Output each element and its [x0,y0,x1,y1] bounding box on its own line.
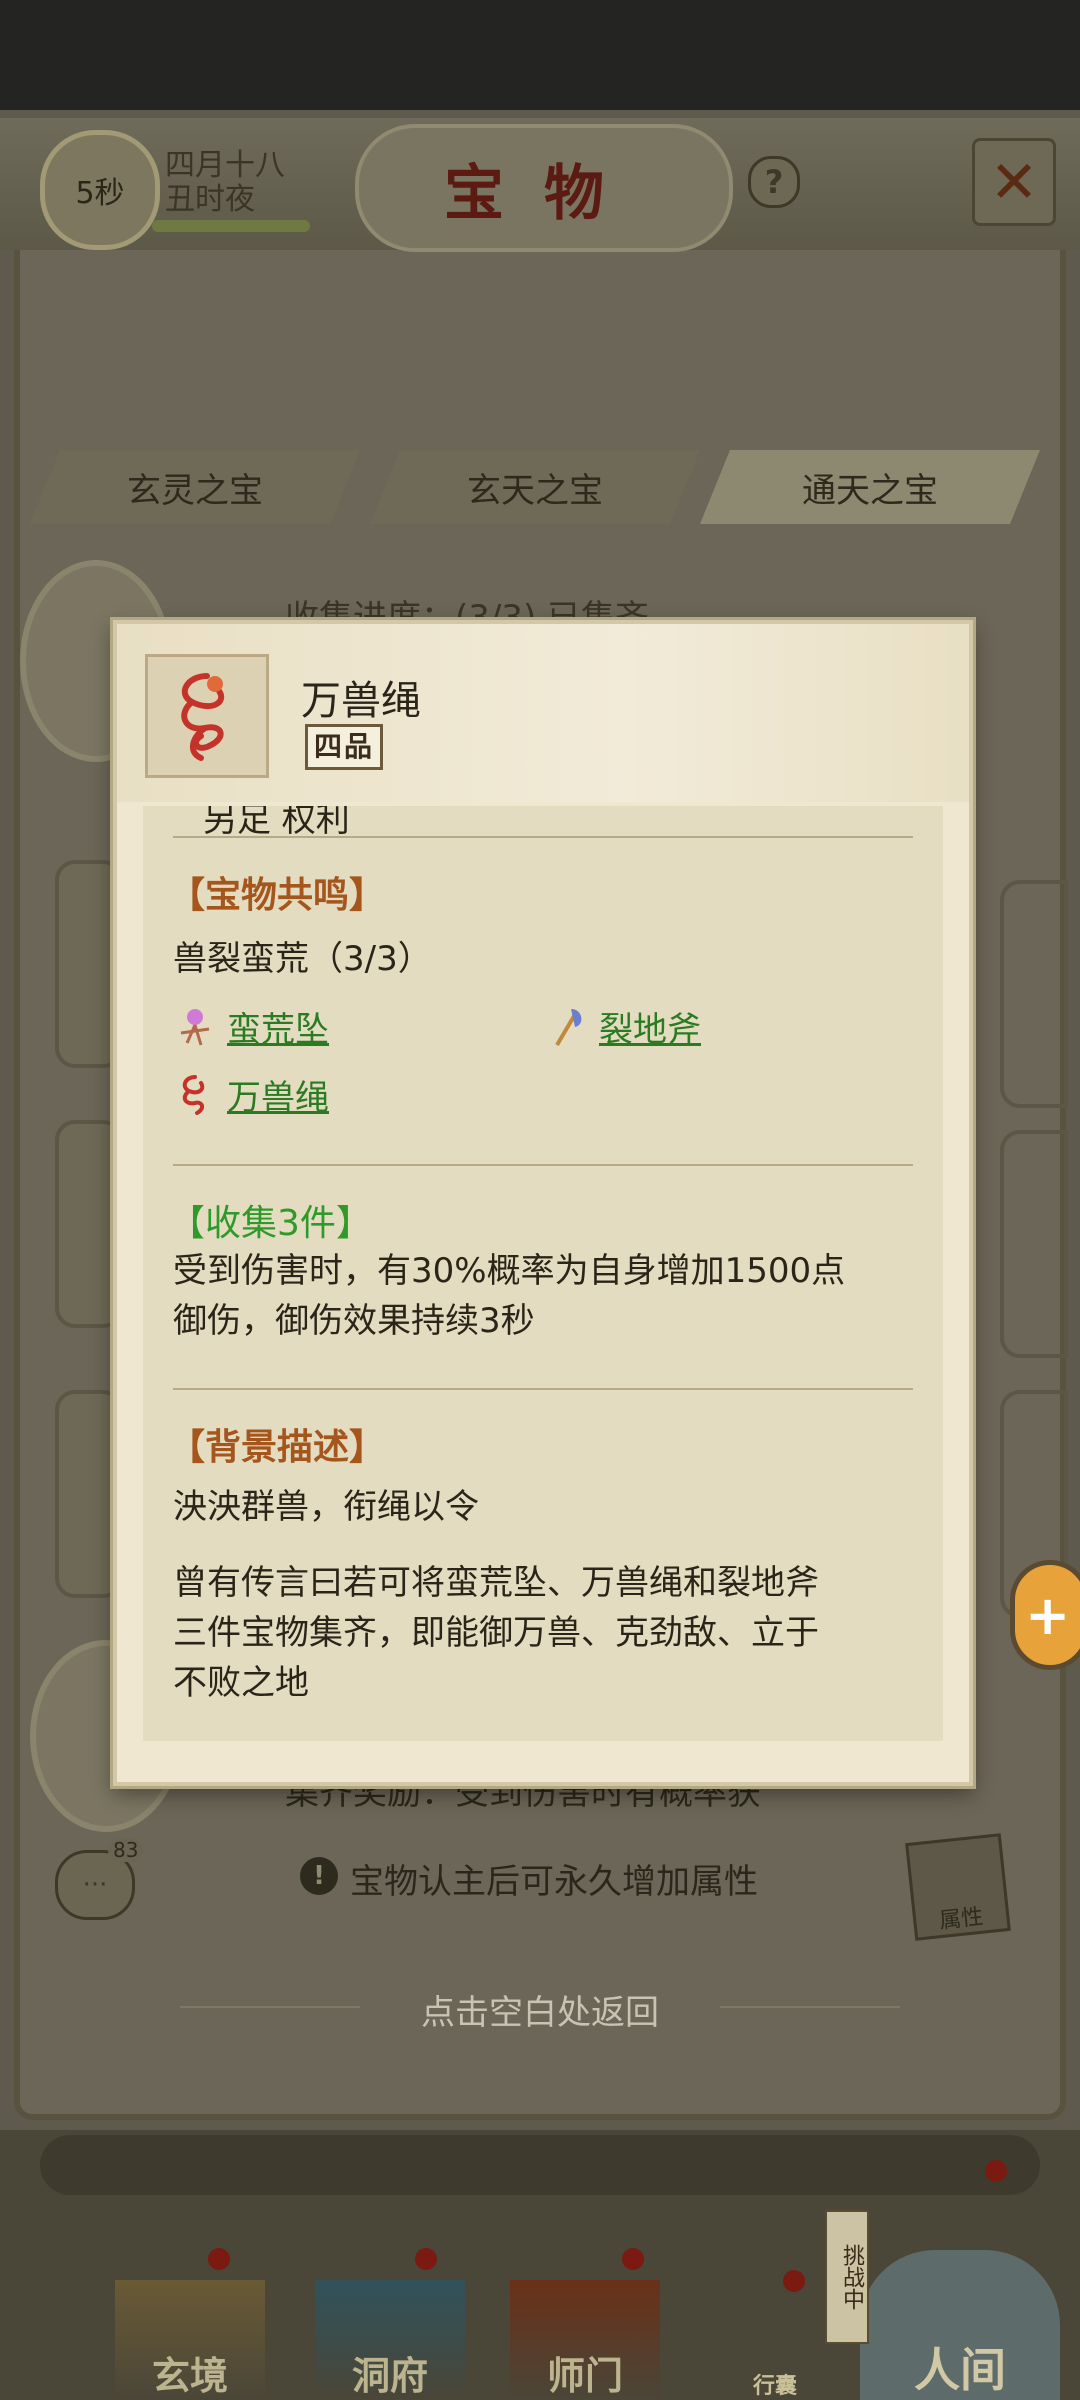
nav-xingnang[interactable]: 行囊 [725,2280,825,2400]
background-desc-line: 三件宝物集齐，即能御万兽、克劲敌、立于 [173,1613,819,1653]
slot-border [1000,1130,1068,1358]
nav-label: 行囊 [752,2373,797,2399]
section-divider [173,836,913,838]
resonance-title: 【宝物共鸣】 [169,874,386,916]
notification-dot [985,2160,1007,2182]
background-tagline: 泱泱群兽，衔绳以令 [173,1487,479,1527]
section-divider [173,1388,913,1390]
nav-strip [40,2135,1040,2195]
tab-xuantian[interactable]: 玄天之宝 [370,450,700,524]
notification-dot [208,2248,230,2270]
modal-body: 另足 权利 【宝物共鸣】 兽裂蛮荒（3/3） 蛮荒坠 裂地斧 万兽绳 【收集3件… [143,806,943,1741]
item-detail-modal[interactable]: 万兽绳 四品 另足 权利 【宝物共鸣】 兽裂蛮荒（3/3） 蛮荒坠 裂地斧 万兽… [113,620,973,1786]
nav-label: 师门 [546,2353,623,2398]
axe-icon [555,1008,582,1046]
nav-dongfu[interactable]: 洞府 [315,2280,465,2400]
tab-xuanling[interactable]: 玄灵之宝 [30,450,360,524]
collect-title: 【收集3件】 [169,1203,372,1244]
nav-xuanjing[interactable]: 玄境 [115,2280,265,2400]
warning-icon: ! [300,1857,338,1895]
notification-dot [415,2248,437,2270]
background-desc-line: 曾有传言曰若可将蛮荒坠、万兽绳和裂地斧 [173,1563,819,1603]
rope-icon [182,1074,205,1115]
chat-icon: ··· [82,1870,108,1900]
grade-badge: 四品 [305,724,384,770]
resonance-item-link[interactable]: 裂地斧 [543,1002,701,1051]
collect-desc-line: 受到伤害时，有30%概率为自身增加1500点 [173,1251,846,1291]
timer-badge: 5秒 [40,130,160,250]
rope-icon [181,673,224,761]
nav-label: 洞府 [351,2353,428,2398]
nav-renjian[interactable]: 人间 [860,2250,1060,2400]
chat-count-badge: 83 [108,1838,144,1862]
resonance-item-name: 蛮荒坠 [227,1010,329,1050]
notification-dot [783,2270,805,2292]
tab-tongtian[interactable]: 通天之宝 [700,450,1040,524]
status-bar [0,0,1080,110]
resonance-item-link[interactable]: 蛮荒坠 [171,1002,329,1051]
page-title: 宝物 [355,124,733,252]
close-button[interactable]: ✕ [972,138,1056,226]
challenge-tag[interactable]: 挑战中 [825,2210,869,2344]
lunar-time: 丑时夜 [165,182,255,217]
attributes-button[interactable]: 属性 [905,1833,1011,1941]
nav-shimen[interactable]: 师门 [510,2280,660,2400]
item-thumbnail [145,654,269,778]
resonance-item-link[interactable]: 万兽绳 [171,1070,329,1119]
resonance-item-name: 裂地斧 [599,1010,701,1050]
background-desc-line: 不败之地 [173,1663,309,1703]
pendant-icon [180,1008,210,1045]
notice-text: 宝物认主后可永久增加属性 [350,1862,758,1902]
plus-icon[interactable]: + [1010,1560,1080,1670]
collect-desc-line: 御伤，御伤效果持续3秒 [173,1301,535,1341]
slot-border [1000,880,1068,1108]
nav-label: 玄境 [151,2353,228,2398]
notification-dot [622,2248,644,2270]
item-name: 万兽绳 [301,678,421,724]
background-title: 【背景描述】 [169,1426,386,1468]
set-name: 兽裂蛮荒（3/3） [173,939,432,979]
return-hint[interactable]: 点击空白处返回 [0,1985,1080,2034]
resonance-item-name: 万兽绳 [227,1078,329,1118]
section-divider [173,1164,913,1166]
time-progress-bar [152,220,310,232]
attributes-label: 属性 [938,1904,985,1935]
nav-label: 人间 [914,2343,1006,2397]
help-button[interactable]: ? [748,156,800,208]
